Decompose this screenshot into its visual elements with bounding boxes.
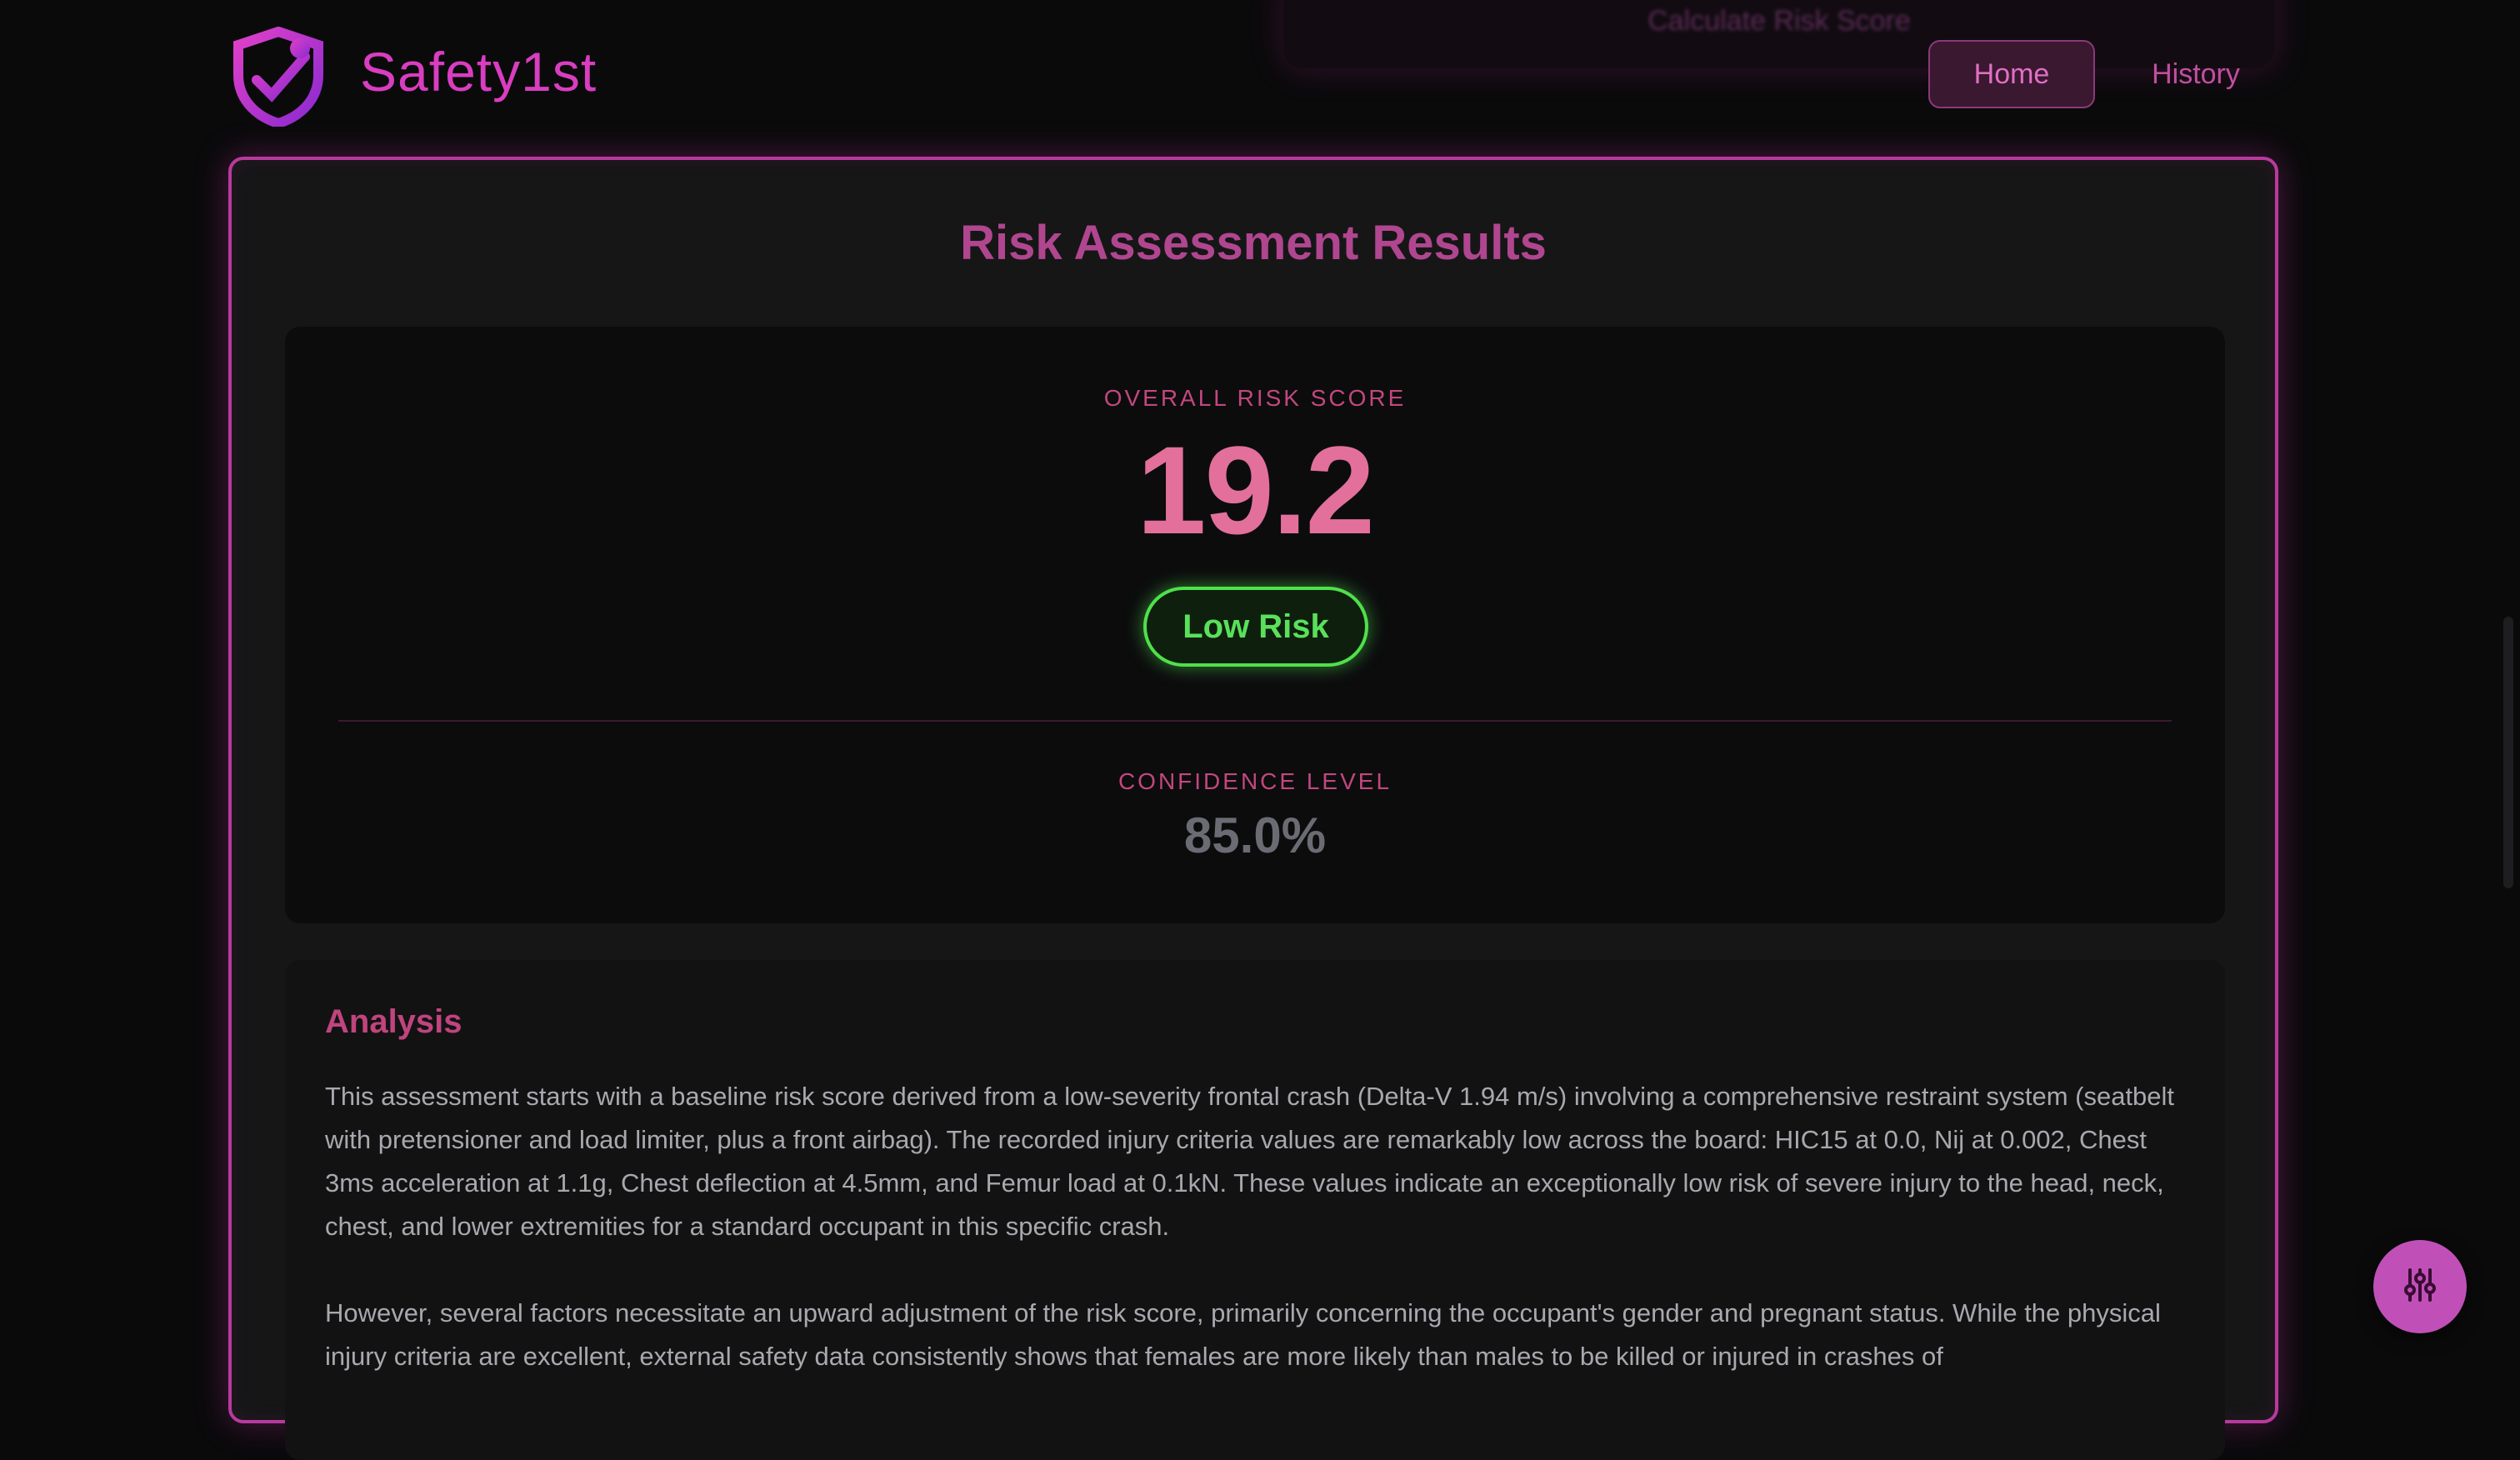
settings-fab-button[interactable] xyxy=(2373,1240,2467,1333)
brand-name[interactable]: Safety1st xyxy=(360,40,597,103)
results-card: Risk Assessment Results OVERALL RISK SCO… xyxy=(228,157,2278,1460)
score-value: 19.2 xyxy=(1137,420,1375,560)
page-title: Risk Assessment Results xyxy=(960,216,1547,270)
confidence-value: 85.0% xyxy=(1183,808,1327,863)
analysis-paragraph: However, several factors necessitate an … xyxy=(325,1298,2161,1371)
score-label: OVERALL RISK SCORE xyxy=(1103,385,1407,411)
sliders-icon xyxy=(2400,1265,2440,1309)
nav-home-button[interactable]: Home xyxy=(1928,40,2095,108)
shield-wrench-icon[interactable] xyxy=(232,26,325,129)
risk-level-badge: Low Risk xyxy=(1143,587,1368,667)
divider xyxy=(338,720,2172,722)
nav-history-link[interactable]: History xyxy=(2133,40,2258,108)
app-header: Safety1st Calculate Risk Score Home Hist… xyxy=(0,0,2520,150)
score-panel: OVERALL RISK SCORE 19.2 Low Risk CONFIDE… xyxy=(285,327,2225,923)
calculate-risk-score-label: Calculate Risk Score xyxy=(1648,5,1911,37)
confidence-label: CONFIDENCE LEVEL xyxy=(1118,768,1392,794)
analysis-panel: Analysis This assessment starts with a b… xyxy=(285,960,2225,1460)
analysis-paragraph: This assessment starts with a baseline r… xyxy=(325,1082,2175,1241)
analysis-text: This assessment starts with a baseline r… xyxy=(325,1075,2192,1422)
analysis-title: Analysis xyxy=(325,1003,462,1040)
scrollbar-thumb[interactable] xyxy=(2503,617,2513,888)
calculate-risk-score-button[interactable]: Calculate Risk Score xyxy=(1283,0,2275,68)
